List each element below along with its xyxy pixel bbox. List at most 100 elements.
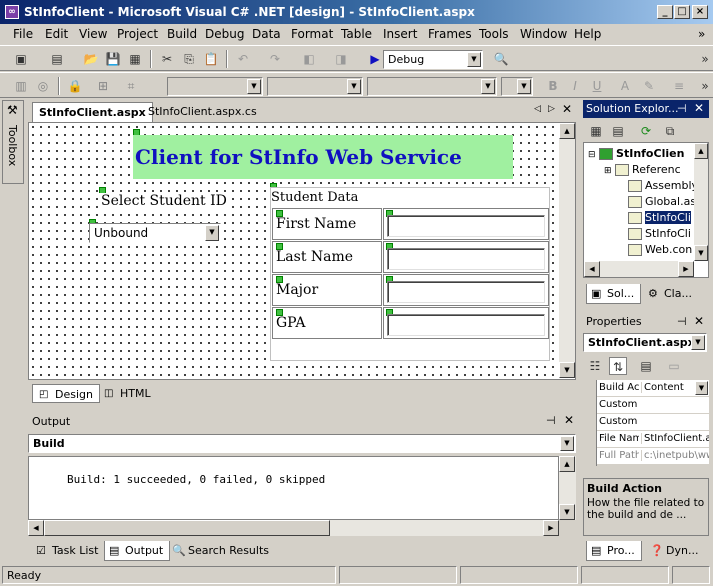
tab-dynamic-help[interactable]: ❓ Dyn...: [646, 541, 704, 561]
save-all-icon[interactable]: ▦: [126, 50, 144, 68]
gpa-field[interactable]: [387, 314, 545, 336]
output-pane-select[interactable]: Build ▼: [28, 434, 576, 453]
block-format-select[interactable]: ▼: [167, 77, 263, 96]
property-row[interactable]: File Nam StInfoClient.a: [597, 431, 709, 448]
design-surface[interactable]: Client for StInfo Web Service Select Stu…: [28, 122, 576, 380]
new-project-icon[interactable]: ▣: [12, 50, 30, 68]
toolbox-tab[interactable]: ⚒ Toolbox: [2, 100, 24, 184]
scroll-up-icon[interactable]: ▲: [559, 456, 575, 472]
alphabetical-icon[interactable]: ⇅: [609, 357, 627, 375]
tab-task-list[interactable]: ☑ Task List: [32, 541, 104, 561]
list-item[interactable]: StInfoCli: [628, 227, 691, 240]
menu-data[interactable]: Data: [252, 27, 281, 41]
output-text[interactable]: Build: 1 succeeded, 0 failed, 0 skipped: [28, 456, 559, 520]
list-item[interactable]: ⊞ Referenc: [604, 163, 681, 176]
output-horizontal-scrollbar[interactable]: ◀ ▶: [28, 520, 559, 536]
close-properties-icon[interactable]: ✕: [694, 314, 704, 328]
tab-prev-icon[interactable]: ◁: [534, 104, 541, 114]
menu-format[interactable]: Format: [291, 27, 333, 41]
paste-icon[interactable]: 📋: [202, 50, 220, 68]
save-icon[interactable]: 💾: [104, 50, 122, 68]
bold-icon[interactable]: B: [544, 77, 562, 95]
close-doc-icon[interactable]: ✕: [562, 102, 572, 116]
refresh-icon[interactable]: ⟳: [637, 122, 655, 140]
menu-window[interactable]: Window: [520, 27, 567, 41]
cut-icon[interactable]: ✂: [158, 50, 176, 68]
table-icon[interactable]: ⌗: [122, 77, 140, 95]
scroll-down-icon[interactable]: ▼: [559, 362, 575, 378]
designer-vertical-scrollbar[interactable]: ▲ ▼: [559, 123, 575, 378]
tab-output[interactable]: ▤ Output: [104, 541, 171, 561]
solution-config-select[interactable]: Debug ▼: [383, 50, 483, 69]
navigate-back-icon[interactable]: ◧: [300, 50, 318, 68]
property-row[interactable]: Full Path c:\inetpub\ww: [597, 448, 709, 465]
property-row[interactable]: Custom: [597, 414, 709, 431]
menu-edit[interactable]: Edit: [45, 27, 68, 41]
toolbar-overflow-icon[interactable]: »: [696, 50, 713, 68]
tree-horizontal-scrollbar[interactable]: ◀ ▶: [584, 261, 694, 277]
tab-search-results[interactable]: 🔍 Search Results: [168, 541, 275, 561]
toolbar2-overflow-icon[interactable]: »: [696, 77, 713, 95]
property-row[interactable]: Custom: [597, 397, 709, 414]
maximize-button[interactable]: □: [674, 5, 690, 19]
tab-class-view[interactable]: ⚙ Cla...: [644, 284, 698, 304]
underline-icon[interactable]: U: [588, 77, 606, 95]
position-icon[interactable]: ⊞: [94, 77, 112, 95]
pin-icon[interactable]: ⊣: [677, 315, 687, 328]
properties-object-select[interactable]: StInfoClient.aspx ▼: [583, 333, 707, 352]
snap-icon[interactable]: ◎: [34, 77, 52, 95]
first-name-field[interactable]: [387, 215, 545, 237]
property-row[interactable]: Build Act Content ▼: [597, 380, 709, 397]
output-vertical-scrollbar[interactable]: ▲ ▼: [559, 456, 576, 520]
scroll-left-icon[interactable]: ◀: [28, 520, 44, 536]
student-data-table[interactable]: Student Data First Name Last Name Major …: [270, 187, 550, 361]
tab-html[interactable]: ◫ HTML: [98, 384, 157, 403]
list-item[interactable]: ⊟ StInfoClien: [588, 147, 684, 160]
tab-design[interactable]: ◰ Design: [32, 384, 100, 403]
close-output-icon[interactable]: ✕: [564, 413, 574, 427]
open-file-icon[interactable]: 📂: [82, 50, 100, 68]
show-all-icon[interactable]: ▤: [609, 122, 627, 140]
find-icon[interactable]: 🔍: [492, 50, 510, 68]
undo-icon[interactable]: ↶: [234, 50, 252, 68]
last-name-field[interactable]: [387, 248, 545, 270]
page-heading[interactable]: Client for StInfo Web Service: [133, 135, 513, 179]
menu-file[interactable]: File: [13, 27, 33, 41]
lock-icon[interactable]: 🔒: [66, 77, 84, 95]
align-icon[interactable]: ≡: [670, 77, 688, 95]
menu-overflow-icon[interactable]: »: [698, 27, 705, 41]
menu-insert[interactable]: Insert: [383, 27, 417, 41]
pin-icon[interactable]: ⊣: [546, 414, 556, 427]
font-size-select[interactable]: ▼: [501, 77, 533, 96]
italic-icon[interactable]: I: [566, 77, 584, 95]
menu-help[interactable]: Help: [574, 27, 601, 41]
list-item[interactable]: Web.con: [628, 243, 692, 256]
categorized-icon[interactable]: ☷: [586, 357, 604, 375]
copy-project-icon[interactable]: ⧉: [661, 122, 679, 140]
menu-debug[interactable]: Debug: [205, 27, 244, 41]
tree-vertical-scrollbar[interactable]: ▲ ▼: [694, 143, 708, 261]
select-student-label[interactable]: Select Student ID: [99, 193, 229, 209]
tab-aspx[interactable]: StInfoClient.aspx: [32, 102, 153, 122]
start-icon[interactable]: ▶: [366, 50, 384, 68]
property-pages-icon[interactable]: ▭: [665, 357, 683, 375]
add-item-icon[interactable]: ▤: [48, 50, 66, 68]
menu-table[interactable]: Table: [341, 27, 372, 41]
list-item[interactable]: Global.as: [628, 195, 696, 208]
tab-solution[interactable]: ▣ Sol...: [586, 284, 642, 304]
scroll-up-icon[interactable]: ▲: [559, 123, 575, 139]
properties-icon[interactable]: ▦: [587, 122, 605, 140]
menu-frames[interactable]: Frames: [428, 27, 472, 41]
font-name-select[interactable]: ▼: [267, 77, 363, 96]
menu-view[interactable]: View: [79, 27, 107, 41]
tab-properties[interactable]: ▤ Pro...: [586, 541, 642, 561]
tab-aspx-cs[interactable]: StInfoClient.aspx.cs: [142, 102, 263, 122]
major-field[interactable]: [387, 281, 545, 303]
scroll-thumb[interactable]: [44, 520, 330, 536]
highlight-icon[interactable]: ✎: [640, 77, 658, 95]
chevron-down-icon[interactable]: ▼: [695, 381, 708, 395]
menu-tools[interactable]: Tools: [479, 27, 509, 41]
font-color-icon[interactable]: A: [616, 77, 634, 95]
style-select[interactable]: ▼: [367, 77, 497, 96]
tab-next-icon[interactable]: ▷: [548, 104, 555, 114]
